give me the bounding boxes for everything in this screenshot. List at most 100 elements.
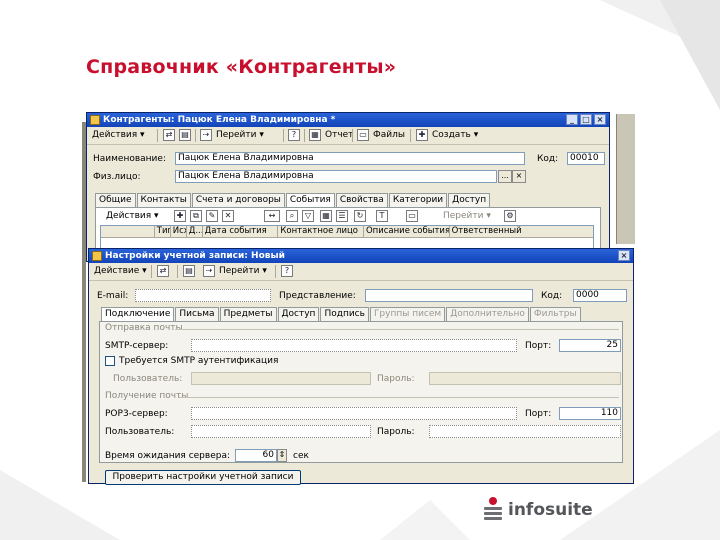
window-titlebar: Контрагенты: Пацюк Елена Владимировна * …: [87, 113, 609, 127]
events-table-header: Тип Исх Д... Дата события Контактное лиц…: [101, 226, 593, 238]
find-icon[interactable]: ⌕: [286, 210, 298, 222]
main-tabs: Общие Контакты Счета и договоры События …: [95, 193, 491, 208]
refresh-icon[interactable]: ↻: [354, 210, 366, 222]
code-field[interactable]: 00010: [567, 152, 605, 165]
transfer-icon[interactable]: ⇄: [163, 129, 175, 141]
copy-icon[interactable]: ⧉: [190, 210, 202, 222]
list-icon[interactable]: ☰: [336, 210, 348, 222]
tab-subjects[interactable]: Предметы: [219, 307, 277, 321]
main-toolbar: Действия ▾ ⇄ ▤ ⇢ Перейти ▾ ? ▦ Отчет ▭ Ф…: [87, 127, 609, 145]
dialog-titlebar: Настройки учетной записи: Новый ×: [89, 249, 633, 263]
maximize-button[interactable]: □: [580, 114, 592, 125]
dialog-code-label: Код:: [541, 291, 563, 301]
dialog-list-icon[interactable]: ▤: [183, 265, 195, 277]
timeout-field[interactable]: 60: [235, 449, 277, 462]
dialog-help-icon[interactable]: ?: [281, 265, 293, 277]
presentation-field[interactable]: [365, 289, 533, 302]
events-toolbar: Действия ▾ ✚ ⧉ ✎ ✕ ↔ ⌕ ▽ ▦ ☰ ↻ T ▭ Перей…: [96, 208, 600, 225]
edit-icon[interactable]: ✎: [206, 210, 218, 222]
window-title: Контрагенты: Пацюк Елена Владимировна *: [103, 115, 336, 125]
files-button[interactable]: Файлы: [371, 128, 407, 142]
app-icon: [90, 115, 100, 125]
col-responsible[interactable]: Ответственный: [450, 226, 593, 237]
goto-icon: ⇢: [200, 129, 212, 141]
dialog-close-button[interactable]: ×: [618, 250, 630, 261]
tab-signature[interactable]: Подпись: [320, 307, 369, 321]
dialog-title: Настройки учетной записи: Новый: [105, 251, 285, 261]
report-button[interactable]: Отчет: [323, 128, 355, 142]
tab-categories[interactable]: Категории: [388, 193, 448, 207]
filter-icon[interactable]: ▽: [302, 210, 314, 222]
col-contact[interactable]: Контактное лицо: [278, 226, 364, 237]
create-icon: ✚: [416, 129, 428, 141]
smtp-password-field: [429, 372, 621, 385]
dialog-code-field[interactable]: 0000: [573, 289, 627, 302]
actions-menu[interactable]: Действия ▾: [90, 128, 147, 142]
events-goto-menu[interactable]: Перейти ▾: [441, 209, 493, 223]
dialog-app-icon: [92, 251, 102, 261]
settings-icon[interactable]: ⚙: [504, 210, 516, 222]
structure-icon[interactable]: ▤: [179, 129, 191, 141]
report-icon: ▦: [309, 129, 321, 141]
timeout-unit: сек: [293, 451, 309, 461]
tab-properties[interactable]: Свойства: [335, 193, 388, 207]
goto-menu[interactable]: Перейти ▾: [214, 128, 266, 142]
pop3-user-label: Пользователь:: [105, 427, 175, 437]
tab-dialog-access[interactable]: Доступ: [277, 307, 320, 321]
create-menu[interactable]: Создать ▾: [430, 128, 480, 142]
smtp-user-label: Пользователь:: [113, 374, 183, 384]
person-open-button[interactable]: ×: [512, 170, 526, 183]
col-d[interactable]: Д...: [187, 226, 203, 237]
smtp-port-field[interactable]: 25: [559, 339, 621, 352]
account-settings-dialog: Настройки учетной записи: Новый × Действ…: [88, 248, 634, 485]
pop3-port-field[interactable]: 110: [559, 407, 621, 420]
tab-general[interactable]: Общие: [95, 193, 136, 207]
dialog-transfer-icon[interactable]: ⇄: [157, 265, 169, 277]
tab-additional[interactable]: Дополнительно: [446, 307, 529, 321]
minimize-button[interactable]: _: [566, 114, 578, 125]
pop3-field[interactable]: [191, 407, 517, 420]
counterparty-window: Контрагенты: Пацюк Елена Владимировна * …: [86, 112, 610, 262]
smtp-auth-checkbox[interactable]: [105, 356, 115, 366]
grid-icon[interactable]: ▦: [320, 210, 332, 222]
smtp-field[interactable]: [191, 339, 517, 352]
close-button[interactable]: ×: [594, 114, 606, 125]
tab-letter-groups[interactable]: Группы писем: [369, 307, 446, 321]
dialog-actions-menu[interactable]: Действие ▾: [92, 264, 149, 278]
docs-icon[interactable]: ▭: [406, 210, 418, 222]
tab-events[interactable]: События: [285, 193, 335, 208]
tab-letters[interactable]: Письма: [175, 307, 219, 321]
check-settings-button[interactable]: Проверить настройки учетной записи: [105, 470, 301, 485]
name-field[interactable]: Пацюк Елена Владимировна: [175, 152, 525, 165]
outgoing-section-title: Отправка почты: [105, 323, 183, 333]
clear-filter-icon[interactable]: T: [376, 210, 388, 222]
tab-accounts[interactable]: Счета и договоры: [191, 193, 285, 207]
help-icon[interactable]: ?: [288, 129, 300, 141]
delete-icon[interactable]: ✕: [222, 210, 234, 222]
col-outgoing[interactable]: Исх: [171, 226, 187, 237]
person-select-button[interactable]: ...: [498, 170, 512, 183]
email-field[interactable]: [135, 289, 271, 302]
pop3-password-field[interactable]: [429, 425, 621, 438]
pop3-label: POP3-сервер:: [105, 409, 168, 419]
background-window-edge: [616, 114, 635, 244]
pop3-user-field[interactable]: [191, 425, 371, 438]
dialog-goto-icon: ⇢: [203, 265, 215, 277]
col-event-date[interactable]: Дата события: [203, 226, 279, 237]
tab-connection[interactable]: Подключение: [101, 307, 175, 322]
dialog-goto-menu[interactable]: Перейти ▾: [217, 264, 269, 278]
tab-access[interactable]: Доступ: [448, 193, 491, 207]
tab-filters[interactable]: Фильтры: [529, 307, 581, 321]
arrows-icon[interactable]: ↔: [264, 210, 280, 222]
dialog-toolbar: Действие ▾ ⇄ ▤ ⇢ Перейти ▾ ?: [89, 263, 633, 281]
smtp-user-field: [191, 372, 371, 385]
code-label: Код:: [537, 154, 559, 164]
col-description[interactable]: Описание события: [364, 226, 450, 237]
timeout-spinner[interactable]: ⇕: [277, 449, 287, 462]
tab-contacts[interactable]: Контакты: [136, 193, 191, 207]
person-field[interactable]: Пацюк Елена Владимировна: [175, 170, 497, 183]
smtp-label: SMTP-сервер:: [105, 341, 169, 351]
col-type[interactable]: Тип: [155, 226, 171, 237]
events-actions-menu[interactable]: Действия ▾: [104, 209, 161, 223]
add-icon[interactable]: ✚: [174, 210, 186, 222]
